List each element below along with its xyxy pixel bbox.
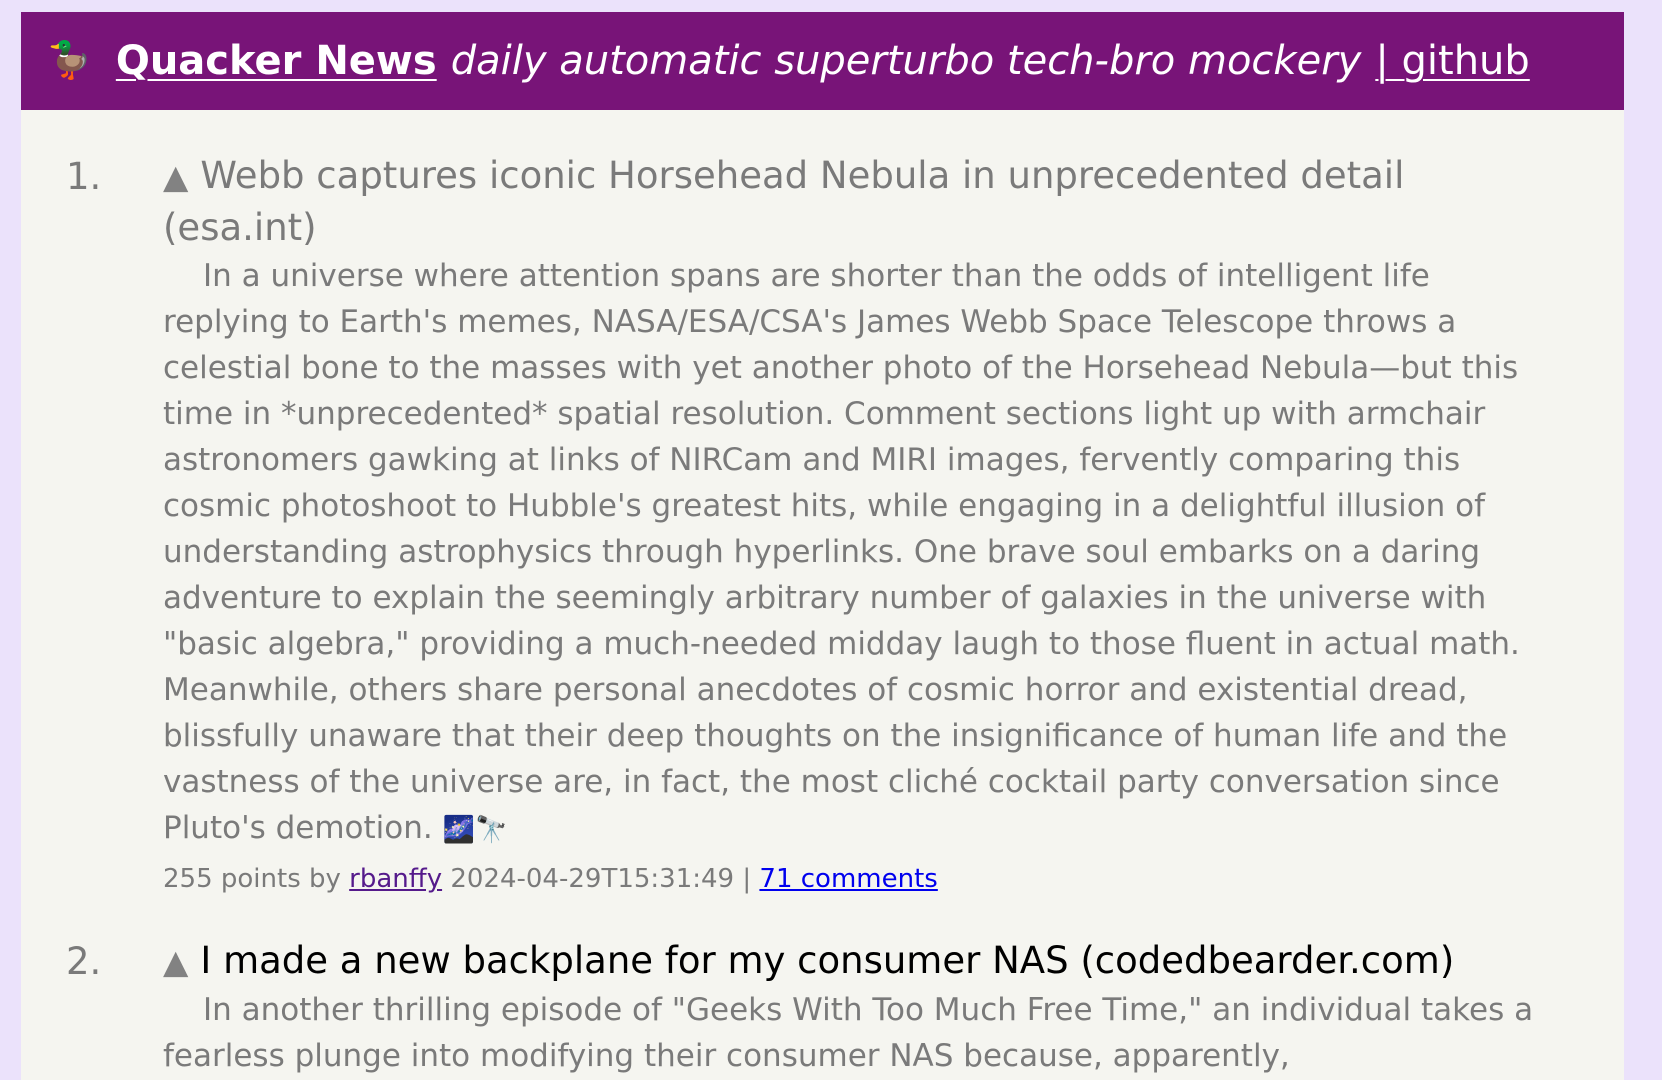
story-list: 1. ▲ Webb captures iconic Horsehead Nebul… bbox=[21, 110, 1624, 1079]
story-item: 2. ▲ I made a new backplane for my consum… bbox=[21, 935, 1624, 1079]
story-author-link[interactable]: rbanffy bbox=[349, 864, 442, 894]
story-summary-text: In a universe where attention spans are … bbox=[163, 258, 1520, 846]
story-title-link[interactable]: I made a new backplane for my consumer N… bbox=[200, 939, 1068, 982]
story-rank: 1. bbox=[66, 155, 102, 198]
story-points: 255 points by bbox=[163, 864, 341, 894]
story-summary: In another thrilling episode of "Geeks W… bbox=[163, 992, 1534, 1074]
site-tagline: daily automatic superturbo tech-bro mock… bbox=[450, 38, 1362, 84]
galaxy-telescope-icon: 🌌🔭 bbox=[442, 815, 508, 845]
story-meta: 255 points by rbanffy 2024-04-29T15:31:4… bbox=[163, 857, 1548, 901]
site-header: 🦆 Quacker News daily automatic superturb… bbox=[21, 12, 1624, 110]
github-link[interactable]: | github bbox=[1375, 38, 1529, 84]
duck-logo-icon: 🦆 bbox=[47, 40, 92, 81]
upvote-arrow-icon[interactable]: ▲ bbox=[163, 942, 188, 981]
story-body: ▲ Webb captures iconic Horsehead Nebula i… bbox=[163, 150, 1548, 901]
story-item: 1. ▲ Webb captures iconic Horsehead Nebul… bbox=[21, 150, 1624, 901]
story-domain: (codedbearder.com) bbox=[1080, 939, 1455, 982]
story-body: ▲ I made a new backplane for my consumer … bbox=[163, 935, 1548, 1079]
story-comments-link[interactable]: 71 comments bbox=[759, 864, 937, 894]
meta-separator: | bbox=[742, 864, 752, 894]
story-timestamp: 2024-04-29T15:31:49 bbox=[450, 864, 735, 894]
story-title-line: ▲ Webb captures iconic Horsehead Nebula i… bbox=[163, 150, 1548, 253]
story-rank: 2. bbox=[66, 940, 102, 983]
story-domain: (esa.int) bbox=[163, 206, 317, 249]
story-summary: In a universe where attention spans are … bbox=[163, 253, 1548, 853]
story-title-link[interactable]: Webb captures iconic Horsehead Nebula in… bbox=[200, 154, 1404, 197]
story-title-line: ▲ I made a new backplane for my consumer … bbox=[163, 935, 1548, 987]
page: 🦆 Quacker News daily automatic superturb… bbox=[21, 12, 1624, 1080]
site-title-link[interactable]: Quacker News bbox=[116, 38, 437, 84]
upvote-arrow-icon[interactable]: ▲ bbox=[163, 157, 188, 196]
